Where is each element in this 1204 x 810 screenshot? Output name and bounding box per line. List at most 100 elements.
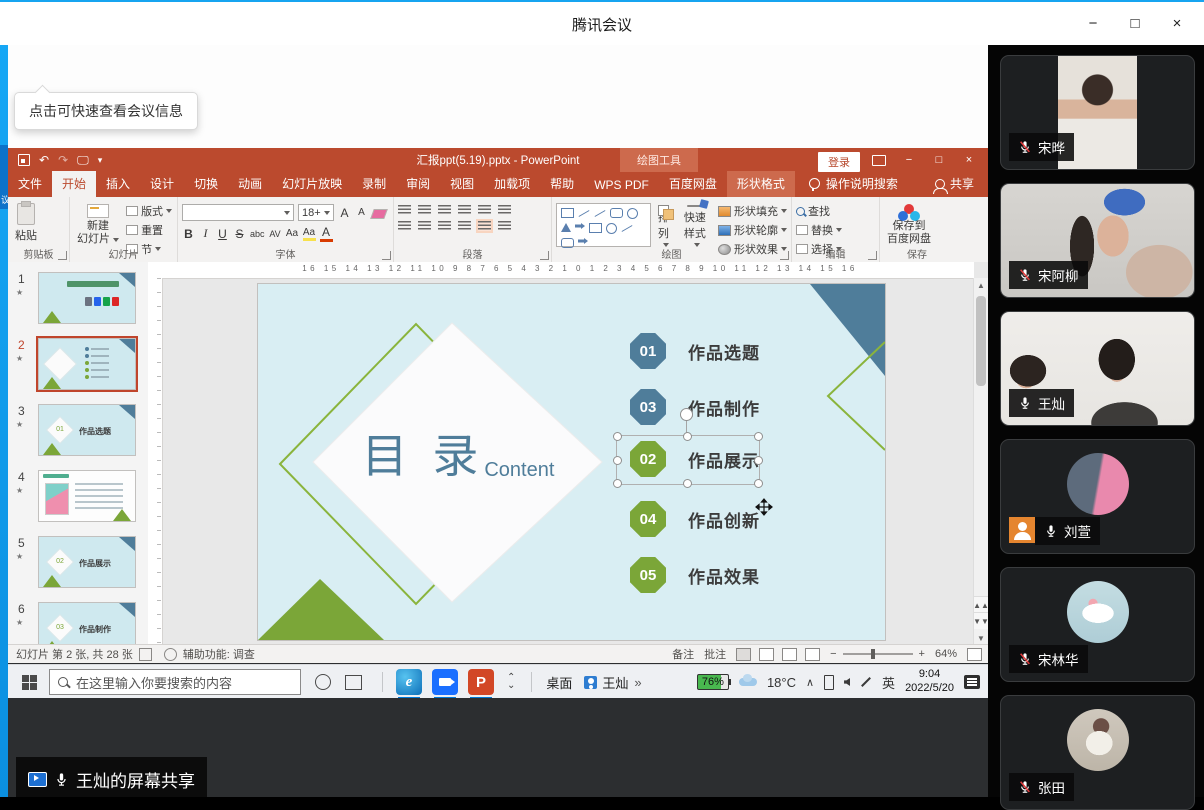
shrink-font-button[interactable]: A: [355, 207, 368, 218]
editing-dialog-launcher[interactable]: [868, 251, 877, 260]
align-right-icon[interactable]: [438, 221, 451, 231]
curve-shape-icon[interactable]: [622, 225, 633, 232]
find-button[interactable]: 查找: [796, 203, 842, 219]
undo-icon[interactable]: ↶: [39, 154, 49, 166]
grow-font-button[interactable]: A: [338, 206, 351, 220]
thumbnail-preview[interactable]: [38, 272, 136, 324]
toc-item-03[interactable]: 03 作品制作: [630, 389, 760, 425]
user-toolbar[interactable]: 王灿: [584, 673, 628, 692]
rectangle-shape-icon[interactable]: [561, 208, 574, 218]
slide-thumbnail-1[interactable]: 1 ★: [8, 272, 148, 324]
text-shadow-button[interactable]: abc: [250, 229, 265, 239]
close-button[interactable]: ×: [1160, 10, 1194, 36]
tab-shape-format[interactable]: 形状格式: [727, 171, 795, 197]
task-view-button[interactable]: [345, 675, 362, 690]
thumbnail-preview[interactable]: 01 作品选题: [38, 404, 136, 456]
fit-to-window-button[interactable]: [967, 648, 982, 661]
drawing-dialog-launcher[interactable]: [780, 251, 789, 260]
slide-scrollbar[interactable]: ▲ ▲▲ ▼▼ ▼: [973, 278, 988, 645]
cortana-button[interactable]: [315, 674, 331, 690]
ellipse-shape-icon[interactable]: [606, 223, 617, 234]
previous-slide-button[interactable]: ▲▲: [974, 596, 988, 613]
ime-indicator[interactable]: 英: [882, 673, 895, 692]
action-center-icon[interactable]: [964, 675, 980, 689]
thumbnail-preview[interactable]: 02 作品展示: [38, 536, 136, 588]
thumbnail-preview-current[interactable]: [38, 338, 136, 390]
bold-button[interactable]: B: [182, 227, 195, 241]
ppt-restore-button[interactable]: □: [924, 148, 954, 172]
spellcheck-icon[interactable]: [139, 648, 152, 661]
rounded-rect-shape-icon[interactable]: [610, 208, 623, 218]
new-slide-button[interactable]: 新建幻灯片: [74, 200, 122, 248]
toc-item-04[interactable]: 04 作品创新: [630, 501, 760, 537]
sign-in-button[interactable]: 登录: [818, 152, 860, 172]
reading-view-button[interactable]: [782, 648, 797, 661]
scroll-up-arrow[interactable]: ▲: [974, 278, 988, 292]
slide-thumbnail-3[interactable]: 3 ★ 01 作品选题: [8, 404, 148, 456]
shape-selection-box[interactable]: [616, 435, 760, 485]
font-dialog-launcher[interactable]: [382, 251, 391, 260]
slide-thumbnail-4[interactable]: 4 ★: [8, 470, 148, 522]
replace-button[interactable]: 替换: [796, 222, 842, 238]
maximize-button[interactable]: □: [1118, 10, 1152, 36]
ppt-close-button[interactable]: ×: [954, 148, 984, 172]
tab-home[interactable]: 开始: [52, 171, 96, 197]
share-button[interactable]: 共享: [935, 175, 988, 197]
tab-wps-pdf[interactable]: WPS PDF: [584, 174, 659, 197]
start-slideshow-icon[interactable]: 🖵: [77, 154, 89, 166]
toc-item-05[interactable]: 05 作品效果: [630, 557, 760, 593]
tab-view[interactable]: 视图: [440, 171, 484, 197]
comments-toggle[interactable]: 批注: [704, 646, 726, 662]
participant-tile-songaliu[interactable]: 宋阿柳: [1000, 183, 1195, 298]
tab-help[interactable]: 帮助: [540, 171, 584, 197]
selection-handle-nw[interactable]: [613, 432, 622, 441]
selection-handle-ne[interactable]: [754, 432, 763, 441]
distribute-icon[interactable]: [478, 221, 491, 231]
zoom-slider-thumb[interactable]: [871, 649, 875, 659]
ppt-minimize-button[interactable]: −: [894, 148, 924, 172]
save-to-baidu-button[interactable]: 保存到百度网盘: [884, 200, 934, 248]
selection-handle-s[interactable]: [683, 479, 692, 488]
powerpoint-taskbar-icon[interactable]: P: [468, 669, 494, 695]
participant-sidebar[interactable]: 宋晔 宋阿柳: [988, 45, 1204, 797]
qat-customize-icon[interactable]: ▾: [98, 156, 103, 165]
frame-shape-icon[interactable]: [589, 223, 602, 233]
font-name-combobox[interactable]: [182, 204, 294, 221]
zoom-percent[interactable]: 64%: [935, 648, 957, 660]
participant-tile-songye[interactable]: 宋晔: [1000, 55, 1195, 170]
participant-tile-zhangtian[interactable]: 张田: [1000, 695, 1195, 810]
paste-button[interactable]: 粘贴: [12, 200, 40, 248]
slide-thumbnail-6[interactable]: 6 ★ 03 作品制作: [8, 602, 148, 645]
participant-tile-liuxuan[interactable]: 刘萱: [1000, 439, 1195, 554]
tab-file[interactable]: 文件: [8, 171, 52, 197]
selection-rotation-handle[interactable]: [680, 408, 693, 421]
numbering-icon[interactable]: [418, 205, 431, 215]
redo-icon[interactable]: ↷: [58, 154, 68, 166]
pen-tray-icon[interactable]: [861, 677, 871, 687]
decrease-indent-icon[interactable]: [438, 205, 451, 215]
temperature-label[interactable]: 18°C: [767, 675, 796, 690]
selection-handle-w[interactable]: [613, 456, 622, 465]
character-spacing-button[interactable]: AV: [269, 229, 282, 239]
paragraph-dialog-launcher[interactable]: [540, 251, 549, 260]
toolbar-overflow-chevron[interactable]: »: [634, 675, 641, 690]
selection-handle-sw[interactable]: [613, 479, 622, 488]
taskbar-search-input[interactable]: 在这里输入你要搜索的内容: [49, 669, 301, 695]
battery-indicator[interactable]: 76%: [697, 674, 729, 690]
shapes-gallery[interactable]: [556, 203, 651, 247]
meeting-info-tooltip[interactable]: 点击可快速查看会议信息: [14, 92, 198, 130]
tab-record[interactable]: 录制: [352, 171, 396, 197]
selection-handle-n[interactable]: [683, 432, 692, 441]
line-shape-icon[interactable]: [579, 210, 590, 217]
edge-taskbar-icon[interactable]: e: [396, 669, 422, 695]
selection-handle-e[interactable]: [754, 456, 763, 465]
tab-animations[interactable]: 动画: [228, 171, 272, 197]
tab-insert[interactable]: 插入: [96, 171, 140, 197]
zoom-slider[interactable]: −+: [830, 648, 925, 660]
phone-tray-icon[interactable]: [824, 675, 834, 690]
triangle-shape-icon[interactable]: [561, 223, 571, 232]
block-arrow-shape-icon[interactable]: [578, 238, 588, 244]
normal-view-button[interactable]: [736, 648, 751, 661]
taskbar-chevron-icon[interactable]: ⌃⌄: [507, 674, 515, 690]
toc-item-01[interactable]: 01 作品选题: [630, 333, 760, 369]
